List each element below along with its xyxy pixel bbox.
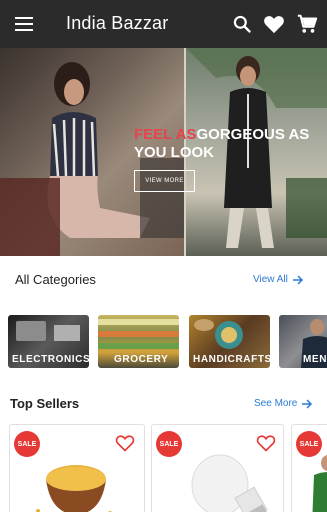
category-label: ELECTRONICS	[12, 354, 89, 365]
category-men-collection[interactable]: MEN COLLEC	[279, 315, 327, 368]
category-label: HANDICRAFTS	[193, 354, 270, 365]
arrow-right-icon	[292, 274, 303, 285]
seller-card-led-bulb[interactable]: SALE	[151, 424, 284, 512]
app-bar: India Bazzar	[0, 0, 327, 48]
app-title: India Bazzar	[66, 13, 169, 33]
category-electronics[interactable]: ELECTRONICS	[8, 315, 89, 368]
search-icon[interactable]	[230, 12, 254, 36]
category-label: GROCERY	[114, 354, 169, 365]
seller-card-clothing[interactable]: SALE	[291, 424, 327, 512]
banner-headline: FEEL ASGORGEOUS AS YOU LOOK	[134, 126, 314, 162]
product-image-led-bulb	[191, 454, 272, 512]
heart-icon[interactable]	[262, 12, 286, 36]
arrow-right-icon	[302, 398, 313, 409]
category-label: MEN COLLEC	[303, 354, 327, 365]
category-grocery[interactable]: GROCERY	[98, 315, 179, 368]
category-handicrafts[interactable]: HANDICRAFTS	[189, 315, 270, 368]
see-more-link[interactable]: See More	[254, 398, 313, 409]
view-more-button[interactable]: VIEW MORE	[134, 170, 195, 192]
promo-banner[interactable]: FEEL ASGORGEOUS AS YOU LOOK VIEW MORE	[0, 48, 327, 256]
view-all-link[interactable]: View All	[253, 274, 304, 285]
product-image-clothing	[312, 455, 327, 512]
seller-card-lentils[interactable]: SALE	[9, 424, 145, 512]
view-all-label: View All	[253, 274, 288, 285]
see-more-label: See More	[254, 398, 298, 409]
top-sellers-title: Top Sellers	[10, 396, 80, 411]
menu-icon[interactable]	[12, 12, 36, 36]
cart-icon[interactable]	[295, 12, 319, 36]
banner-headline-accent: FEEL AS	[134, 126, 197, 143]
categories-title: All Categories	[15, 272, 96, 287]
product-image-lentils	[36, 465, 112, 512]
